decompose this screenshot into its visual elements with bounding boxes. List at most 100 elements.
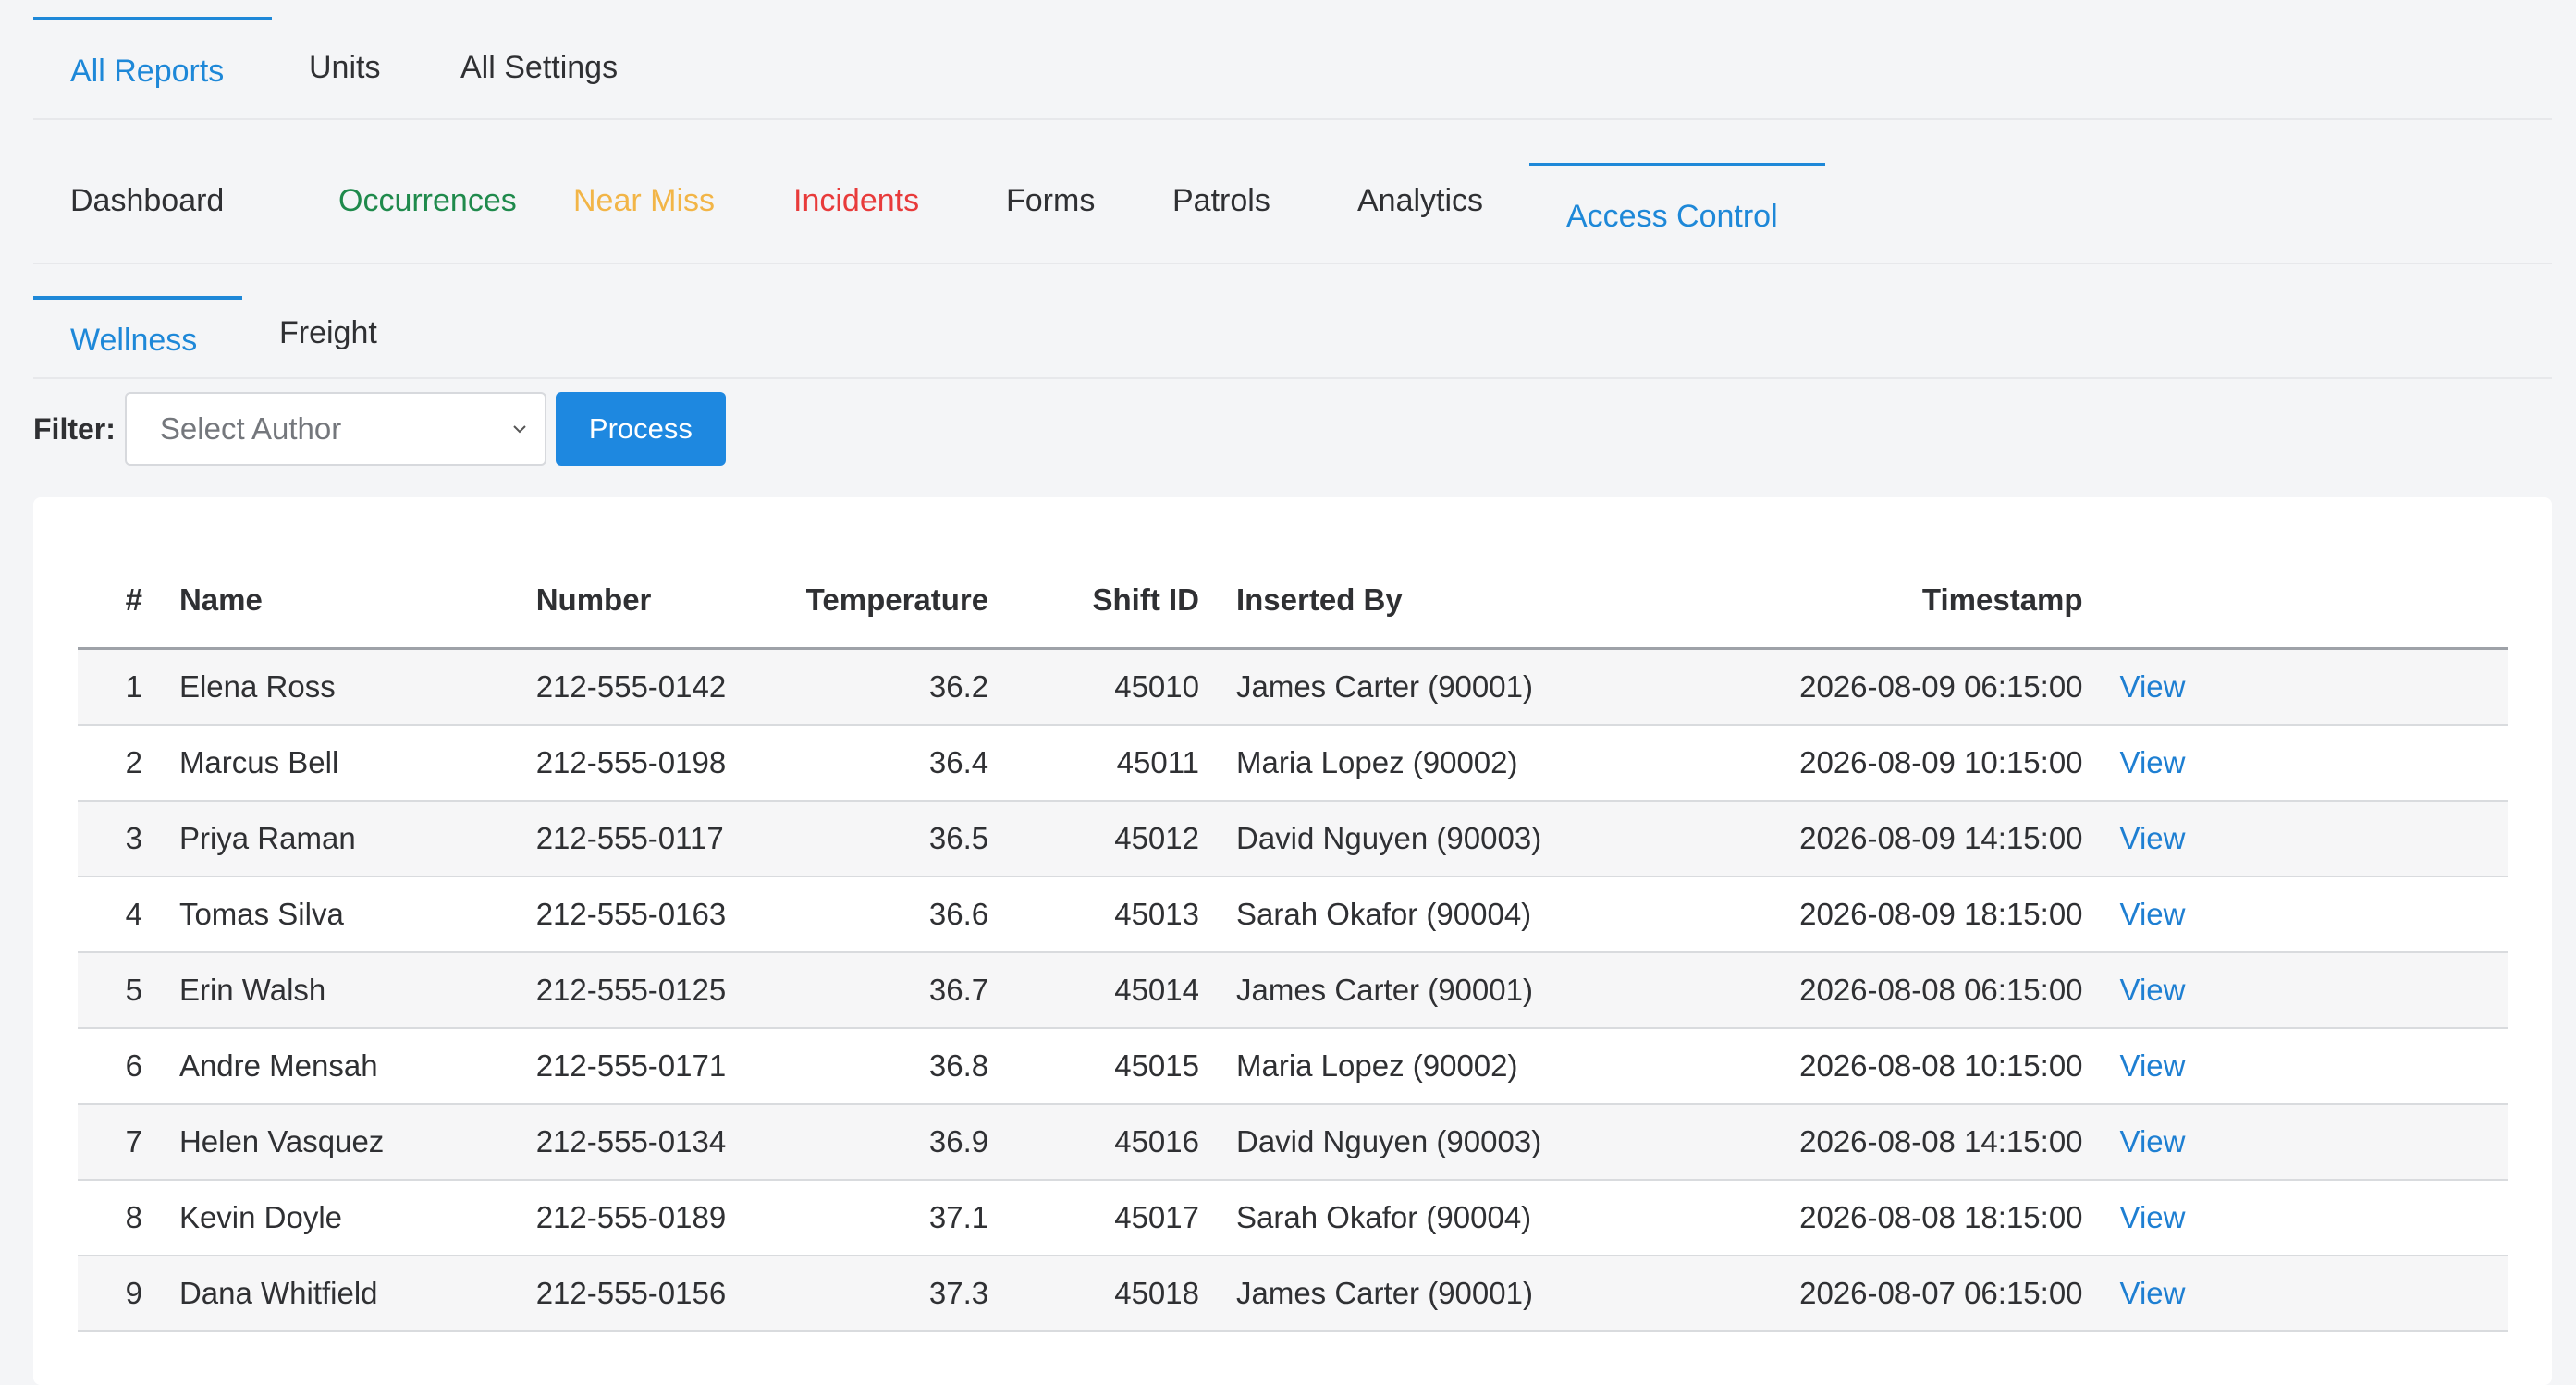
header-inserted-by[interactable]: Inserted By xyxy=(1217,553,1736,650)
tab-access-control[interactable]: Access Control xyxy=(1529,163,1825,263)
cell-timestamp: 2026-08-09 06:15:00 xyxy=(1735,648,2102,726)
tab-dashboard[interactable]: Dashboard xyxy=(33,139,261,263)
cell-shift-id: 45018 xyxy=(1007,1256,1218,1332)
tab-patrols[interactable]: Patrols xyxy=(1135,139,1307,263)
cell-timestamp: 2026-08-09 10:15:00 xyxy=(1735,725,2102,802)
cell-name: Erin Walsh xyxy=(160,952,518,1029)
cell-temperature: 36.6 xyxy=(744,876,1008,953)
cell-timestamp: 2026-08-08 10:15:00 xyxy=(1735,1028,2102,1105)
cell-index: 2 xyxy=(78,725,161,802)
table-row: 5 Erin Walsh 212-555-0125 36.7 45014 James Ca… xyxy=(78,952,2508,1029)
cell-temperature: 36.9 xyxy=(744,1104,1008,1181)
cell-inserted-by: David Nguyen (90003) xyxy=(1217,1104,1736,1181)
tab-wellness[interactable]: Wellness xyxy=(33,296,242,377)
view-link[interactable]: View xyxy=(2101,801,2508,877)
process-button[interactable]: Process xyxy=(555,392,726,466)
wellness-table: # Name Number Temperature Shift ID Inser… xyxy=(78,553,2508,1332)
cell-name: Helen Vasquez xyxy=(160,1104,518,1181)
view-link[interactable]: View xyxy=(2101,1104,2508,1181)
table-row: 8 Kevin Doyle 212-555-0189 37.1 45017 Sarah O… xyxy=(78,1180,2508,1256)
cell-index: 7 xyxy=(78,1104,161,1181)
view-link[interactable]: View xyxy=(2101,876,2508,953)
tab-incidents[interactable]: Incidents xyxy=(756,139,956,263)
tab-analytics[interactable]: Analytics xyxy=(1320,139,1520,263)
author-select[interactable]: Select Author xyxy=(124,392,546,466)
tab-all-reports[interactable]: All Reports xyxy=(33,17,272,118)
cell-name: Dana Whitfield xyxy=(160,1256,518,1332)
tab-forms[interactable]: Forms xyxy=(969,139,1132,263)
filter-label: Filter: xyxy=(33,411,116,446)
cell-shift-id: 45014 xyxy=(1007,952,1218,1029)
cell-shift-id: 45010 xyxy=(1007,648,1218,726)
tab-near-miss[interactable]: Near Miss xyxy=(536,139,752,263)
cell-timestamp: 2026-08-08 18:15:00 xyxy=(1735,1180,2102,1256)
tab-freight[interactable]: Freight xyxy=(242,288,414,377)
cell-shift-id: 45012 xyxy=(1007,801,1218,877)
cell-timestamp: 2026-08-08 06:15:00 xyxy=(1735,952,2102,1029)
cell-shift-id: 45011 xyxy=(1007,725,1218,802)
cell-number: 212-555-0134 xyxy=(517,1104,745,1181)
header-index: # xyxy=(78,553,161,650)
cell-inserted-by: James Carter (90001) xyxy=(1217,648,1736,726)
cell-timestamp: 2026-08-09 14:15:00 xyxy=(1735,801,2102,877)
filter-bar: Filter: Select Author Process xyxy=(33,390,726,468)
header-shift-id[interactable]: Shift ID xyxy=(1007,553,1218,650)
cell-shift-id: 45015 xyxy=(1007,1028,1218,1105)
header-name[interactable]: Name xyxy=(160,553,518,650)
table-row: 2 Marcus Bell 212-555-0198 36.4 45011 Maria L… xyxy=(78,725,2508,802)
header-temperature[interactable]: Temperature xyxy=(744,553,1008,650)
cell-number: 212-555-0163 xyxy=(517,876,745,953)
cell-name: Marcus Bell xyxy=(160,725,518,802)
page-wrapper: All Reports Units All Settings Dashboard… xyxy=(33,0,2552,379)
top-tab-bar: All Reports Units All Settings xyxy=(33,17,2552,120)
cell-index: 4 xyxy=(78,876,161,953)
cell-number: 212-555-0142 xyxy=(517,648,745,726)
table-row: 7 Helen Vasquez 212-555-0134 36.9 45016 David… xyxy=(78,1104,2508,1181)
view-link[interactable]: View xyxy=(2101,648,2508,726)
table-row: 3 Priya Raman 212-555-0117 36.5 45012 David N… xyxy=(78,801,2508,877)
cell-timestamp: 2026-08-07 06:15:00 xyxy=(1735,1256,2102,1332)
cell-number: 212-555-0156 xyxy=(517,1256,745,1332)
table-row: 9 Dana Whitfield 212-555-0156 37.3 45018 Jame… xyxy=(78,1256,2508,1332)
table-row: 6 Andre Mensah 212-555-0171 36.8 45015 Maria … xyxy=(78,1028,2508,1105)
cell-temperature: 36.8 xyxy=(744,1028,1008,1105)
cell-inserted-by: Maria Lopez (90002) xyxy=(1217,1028,1736,1105)
cell-name: Elena Ross xyxy=(160,648,518,726)
view-link[interactable]: View xyxy=(2101,1256,2508,1332)
cell-shift-id: 45016 xyxy=(1007,1104,1218,1181)
cell-shift-id: 45013 xyxy=(1007,876,1218,953)
cell-name: Tomas Silva xyxy=(160,876,518,953)
cell-index: 1 xyxy=(78,648,161,726)
cell-index: 5 xyxy=(78,952,161,1029)
cell-index: 9 xyxy=(78,1256,161,1332)
cell-inserted-by: James Carter (90001) xyxy=(1217,1256,1736,1332)
cell-index: 3 xyxy=(78,801,161,877)
header-timestamp[interactable]: Timestamp xyxy=(1735,553,2102,650)
sub-tab-bar: Wellness Freight xyxy=(33,264,2552,379)
view-link[interactable]: View xyxy=(2101,725,2508,802)
view-link[interactable]: View xyxy=(2101,952,2508,1029)
cell-inserted-by: Maria Lopez (90002) xyxy=(1217,725,1736,802)
table-row: 4 Tomas Silva 212-555-0163 36.6 45013 Sarah O… xyxy=(78,876,2508,953)
view-link[interactable]: View xyxy=(2101,1028,2508,1105)
tab-all-settings[interactable]: All Settings xyxy=(423,17,655,118)
header-number[interactable]: Number xyxy=(517,553,745,650)
author-select-value: Select Author xyxy=(159,411,342,446)
cell-number: 212-555-0171 xyxy=(517,1028,745,1105)
table-body: 1 Elena Ross 212-555-0142 36.2 45010 James Ca… xyxy=(78,648,2508,1332)
cell-temperature: 36.4 xyxy=(744,725,1008,802)
cell-temperature: 36.7 xyxy=(744,952,1008,1029)
table-header-row: # Name Number Temperature Shift ID Inser… xyxy=(78,553,2508,650)
tab-occurrences[interactable]: Occurrences xyxy=(301,139,554,263)
cell-inserted-by: Sarah Okafor (90004) xyxy=(1217,1180,1736,1256)
cell-temperature: 37.1 xyxy=(744,1180,1008,1256)
cell-name: Andre Mensah xyxy=(160,1028,518,1105)
cell-number: 212-555-0198 xyxy=(517,725,745,802)
cell-temperature: 36.2 xyxy=(744,648,1008,726)
cell-number: 212-555-0117 xyxy=(517,801,745,877)
cell-number: 212-555-0189 xyxy=(517,1180,745,1256)
view-link[interactable]: View xyxy=(2101,1180,2508,1256)
table-row: 1 Elena Ross 212-555-0142 36.2 45010 James Ca… xyxy=(78,648,2508,726)
tab-units[interactable]: Units xyxy=(272,17,417,118)
cell-inserted-by: Sarah Okafor (90004) xyxy=(1217,876,1736,953)
